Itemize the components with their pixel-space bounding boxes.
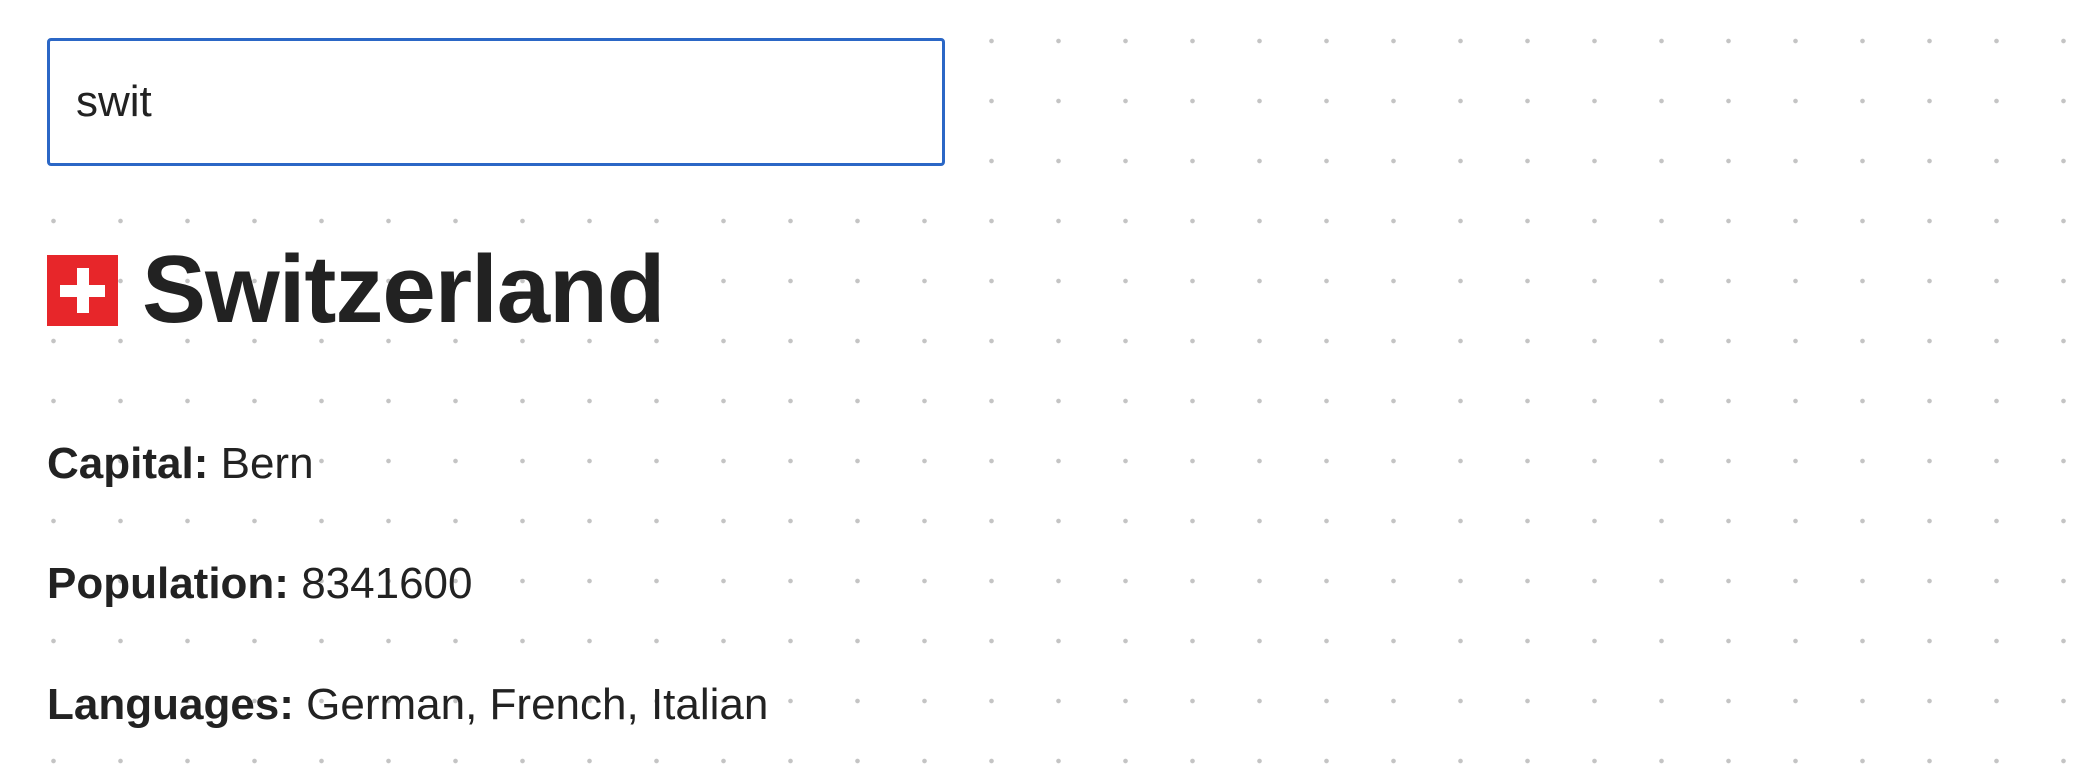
capital-value: Bern — [220, 439, 314, 488]
languages-value: German, French, Italian — [306, 680, 769, 729]
capital-row: Capital: Bern — [47, 442, 314, 486]
search-input[interactable] — [47, 38, 945, 166]
population-row: Population: 8341600 — [47, 562, 473, 606]
country-heading: Switzerland — [47, 236, 665, 343]
capital-label: Capital: — [47, 439, 209, 488]
population-value: 8341600 — [301, 559, 473, 608]
swiss-flag-icon — [47, 254, 118, 326]
country-name: Switzerland — [142, 236, 665, 343]
languages-label: Languages: — [47, 680, 294, 729]
population-label: Population: — [47, 559, 289, 608]
languages-row: Languages: German, French, Italian — [47, 683, 768, 727]
